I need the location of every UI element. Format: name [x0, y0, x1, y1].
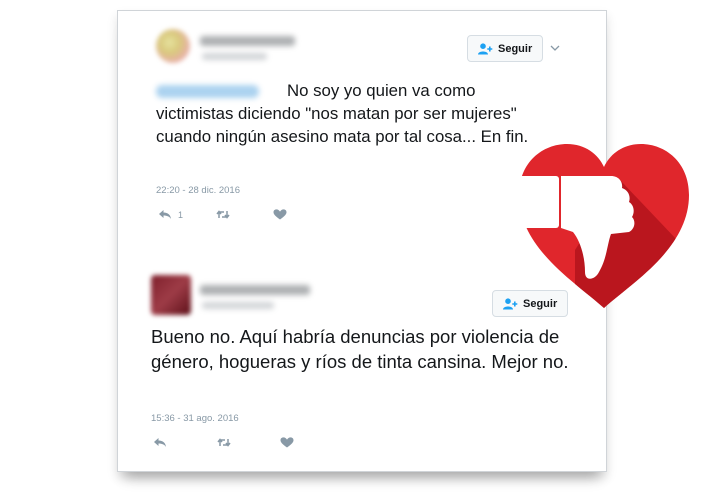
- tweet-timestamp[interactable]: 22:20 - 28 dic. 2016: [156, 185, 240, 196]
- like-icon: [273, 209, 287, 220]
- follow-button[interactable]: Seguir: [467, 35, 544, 62]
- like-action[interactable]: [273, 209, 287, 220]
- reply-action[interactable]: [153, 437, 167, 448]
- thumbs-down-heart-icon: [517, 144, 689, 308]
- retweet-action[interactable]: [216, 209, 230, 220]
- user-name-blurred[interactable]: [200, 285, 310, 295]
- follow-user-icon: [478, 42, 493, 54]
- user-handle-blurred[interactable]: [202, 302, 274, 309]
- user-avatar-blurred[interactable]: [151, 275, 191, 315]
- follow-button-label: Seguir: [498, 42, 533, 55]
- user-handle-blurred[interactable]: [202, 53, 267, 60]
- retweet-icon: [217, 438, 231, 447]
- reply-icon: [154, 438, 166, 447]
- reply-count: 1: [178, 209, 184, 220]
- tweet-text: No soy yo quien va como victimistas dici…: [156, 81, 529, 146]
- user-name-blurred[interactable]: [200, 36, 295, 46]
- retweet-action[interactable]: [217, 437, 231, 448]
- retweet-icon: [216, 210, 230, 219]
- chevron-down-icon[interactable]: [550, 44, 560, 52]
- user-avatar-blurred[interactable]: [156, 29, 190, 63]
- reply-icon: [159, 210, 171, 219]
- reply-action[interactable]: 1: [158, 209, 183, 220]
- like-icon: [280, 437, 294, 448]
- like-action[interactable]: [280, 437, 294, 448]
- mention-link-blurred[interactable]: [156, 85, 259, 99]
- tweet-text: Bueno no. Aquí habría denuncias por viol…: [151, 326, 569, 372]
- tweet-timestamp[interactable]: 15:36 - 31 ago. 2016: [151, 413, 239, 424]
